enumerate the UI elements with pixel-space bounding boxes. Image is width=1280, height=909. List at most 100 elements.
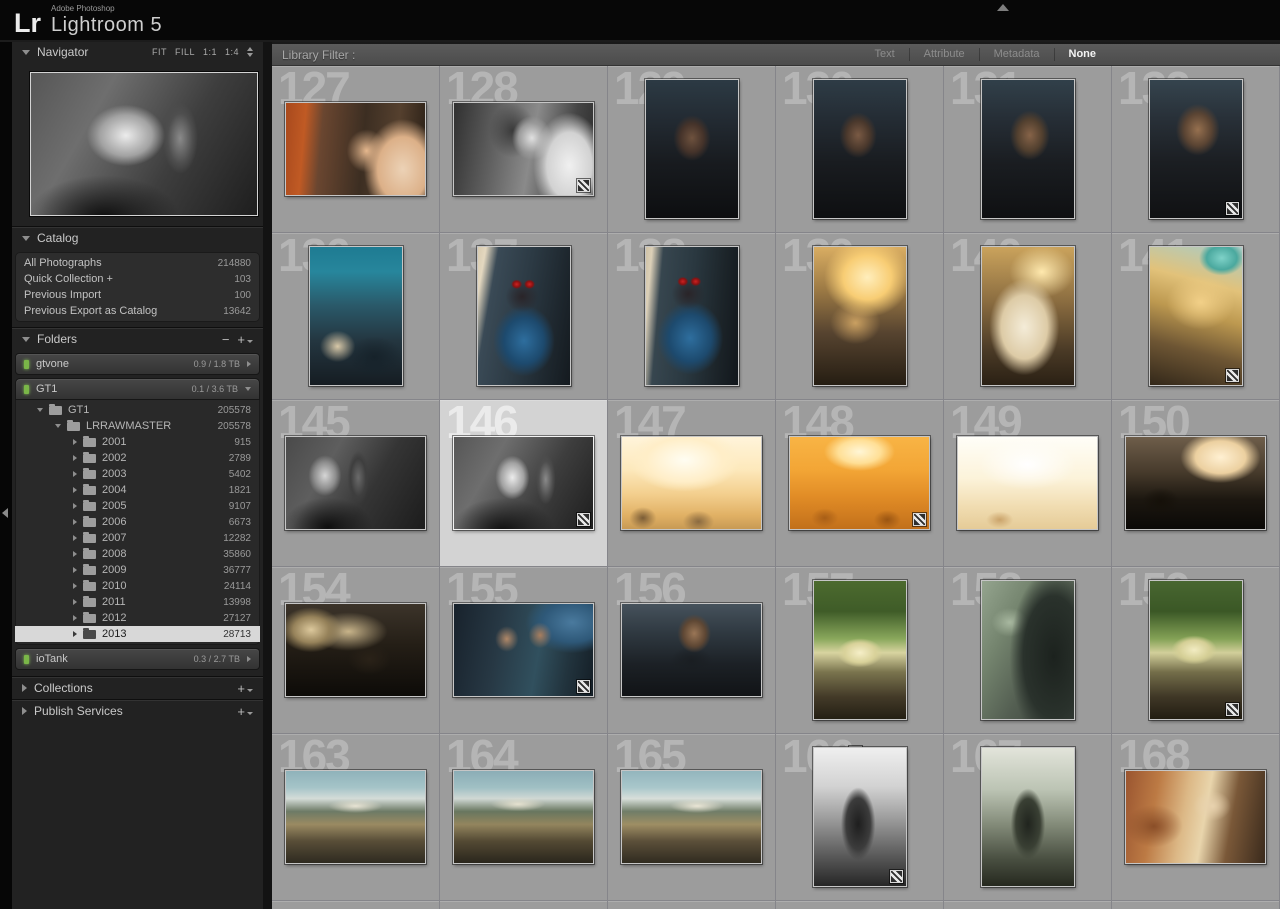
catalog-item-previous-import[interactable]: Previous Import100: [15, 287, 260, 303]
folder-item-2011[interactable]: 201113998: [15, 594, 260, 610]
adjust-badge-icon[interactable]: [577, 680, 590, 693]
folders-panel-header[interactable]: Folders − +: [12, 327, 263, 350]
volume-collapse-icon[interactable]: [247, 361, 251, 367]
folder-disclosure-icon[interactable]: [73, 551, 77, 557]
grid-cell-156[interactable]: 156: [608, 567, 776, 734]
photo-thumbnail[interactable]: [621, 603, 762, 697]
filter-option-metadata[interactable]: Metadata: [979, 48, 1054, 61]
photo-thumbnail[interactable]: [981, 580, 1075, 720]
publish-services-panel-header[interactable]: Publish Services +: [12, 699, 263, 722]
collapse-left-panel-arrow-icon[interactable]: [2, 508, 8, 518]
photo-thumbnail[interactable]: [981, 747, 1075, 887]
grid-cell[interactable]: [1112, 901, 1280, 909]
grid-cell-154[interactable]: 154: [272, 567, 440, 734]
photo-thumbnail[interactable]: [645, 79, 739, 219]
remove-folder-button[interactable]: −: [222, 333, 230, 346]
grid-cell-150[interactable]: 150: [1112, 400, 1280, 567]
photo-thumbnail[interactable]: [309, 246, 403, 386]
folders-disclosure-icon[interactable]: [22, 337, 30, 342]
zoom-mode-fit[interactable]: FIT: [152, 47, 167, 57]
volume-collapse-icon[interactable]: [247, 656, 251, 662]
folder-item-2012[interactable]: 201227127: [15, 610, 260, 626]
folder-disclosure-icon[interactable]: [37, 408, 43, 412]
catalog-item-previous-export-as-catalog[interactable]: Previous Export as Catalog13642: [15, 303, 260, 319]
photo-thumbnail[interactable]: [813, 747, 907, 887]
catalog-panel-header[interactable]: Catalog: [12, 226, 263, 249]
grid-cell-158[interactable]: 158: [944, 567, 1112, 734]
photo-thumbnail[interactable]: [285, 436, 426, 530]
grid-cell[interactable]: [608, 901, 776, 909]
grid-cell-168[interactable]: 168: [1112, 734, 1280, 901]
folder-item-2008[interactable]: 200835860: [15, 546, 260, 562]
grid-cell-164[interactable]: 164: [440, 734, 608, 901]
folder-item-lrrawmaster[interactable]: LRRAWMASTER205578: [15, 418, 260, 434]
adjust-badge-icon[interactable]: [913, 513, 926, 526]
folder-disclosure-icon[interactable]: [73, 471, 77, 477]
grid-cell-159[interactable]: 159: [1112, 567, 1280, 734]
photo-thumbnail[interactable]: [813, 580, 907, 720]
grid-cell-138[interactable]: 138: [608, 233, 776, 400]
folder-disclosure-icon[interactable]: [73, 599, 77, 605]
grid-cell-155[interactable]: 155: [440, 567, 608, 734]
photo-thumbnail[interactable]: [957, 436, 1098, 530]
photo-thumbnail[interactable]: [285, 102, 426, 196]
folder-item-2005[interactable]: 20059107: [15, 498, 260, 514]
photo-thumbnail[interactable]: [789, 436, 930, 530]
volume-gtvone[interactable]: gtvone 0.9 / 1.8 TB: [15, 353, 260, 375]
adjust-badge-icon[interactable]: [1226, 202, 1239, 215]
navigator-preview-image[interactable]: [30, 72, 258, 216]
folder-item-2010[interactable]: 201024114: [15, 578, 260, 594]
grid-cell-165[interactable]: 165: [608, 734, 776, 901]
filter-option-attribute[interactable]: Attribute: [909, 48, 979, 61]
grid-cell[interactable]: [776, 901, 944, 909]
folder-disclosure-icon[interactable]: [73, 535, 77, 541]
grid-cell-167[interactable]: 167: [944, 734, 1112, 901]
photo-thumbnail[interactable]: [813, 246, 907, 386]
grid-cell-166[interactable]: 166: [776, 734, 944, 901]
photo-thumbnail[interactable]: [1125, 436, 1266, 530]
add-collection-button[interactable]: +: [237, 682, 253, 695]
grid-cell-129[interactable]: 129: [608, 66, 776, 233]
volume-collapse-icon[interactable]: [245, 387, 251, 391]
zoom-mode-1-1[interactable]: 1:1: [203, 47, 217, 57]
grid-cell-128[interactable]: 128: [440, 66, 608, 233]
photo-thumbnail[interactable]: [645, 246, 739, 386]
grid-cell-127[interactable]: 127: [272, 66, 440, 233]
grid-cell[interactable]: [944, 901, 1112, 909]
filter-option-text[interactable]: Text: [860, 48, 908, 61]
photo-thumbnail[interactable]: [1149, 79, 1243, 219]
photo-thumbnail[interactable]: [453, 603, 594, 697]
folder-disclosure-icon[interactable]: [73, 519, 77, 525]
grid-cell-157[interactable]: 157: [776, 567, 944, 734]
zoom-mode-fill[interactable]: FILL: [175, 47, 195, 57]
catalog-item-quick-collection[interactable]: Quick Collection +103: [15, 271, 260, 287]
navigator-disclosure-icon[interactable]: [22, 50, 30, 55]
folder-disclosure-icon[interactable]: [73, 487, 77, 493]
grid-cell[interactable]: [272, 901, 440, 909]
zoom-mode-stepper-icon[interactable]: [247, 47, 253, 57]
photo-thumbnail[interactable]: [285, 603, 426, 697]
grid-cell-130[interactable]: 130: [776, 66, 944, 233]
folder-disclosure-icon[interactable]: [73, 615, 77, 621]
adjust-badge-icon[interactable]: [577, 179, 590, 192]
top-panel-reveal-arrow-icon[interactable]: [997, 4, 1009, 11]
photo-thumbnail[interactable]: [285, 770, 426, 864]
volume-iotank[interactable]: ioTank 0.3 / 2.7 TB: [15, 648, 260, 670]
folder-item-gt1[interactable]: GT1205578: [15, 402, 260, 418]
folder-item-2002[interactable]: 20022789: [15, 450, 260, 466]
collections-disclosure-icon[interactable]: [22, 684, 27, 692]
photo-thumbnail[interactable]: [621, 770, 762, 864]
grid-cell-147[interactable]: 147: [608, 400, 776, 567]
grid-cell-131[interactable]: 131: [944, 66, 1112, 233]
adjust-badge-icon[interactable]: [890, 870, 903, 883]
folder-disclosure-icon[interactable]: [73, 583, 77, 589]
folder-disclosure-icon[interactable]: [73, 631, 77, 637]
photo-thumbnail[interactable]: [1125, 770, 1266, 864]
grid-cell-132[interactable]: 132: [1112, 66, 1280, 233]
grid-cell-146[interactable]: 146: [440, 400, 608, 567]
folder-item-2013[interactable]: 201328713: [15, 626, 260, 642]
photo-thumbnail[interactable]: [621, 436, 762, 530]
grid-cell-149[interactable]: 149: [944, 400, 1112, 567]
zoom-mode-1-4[interactable]: 1:4: [225, 47, 239, 57]
grid-cell[interactable]: [440, 901, 608, 909]
